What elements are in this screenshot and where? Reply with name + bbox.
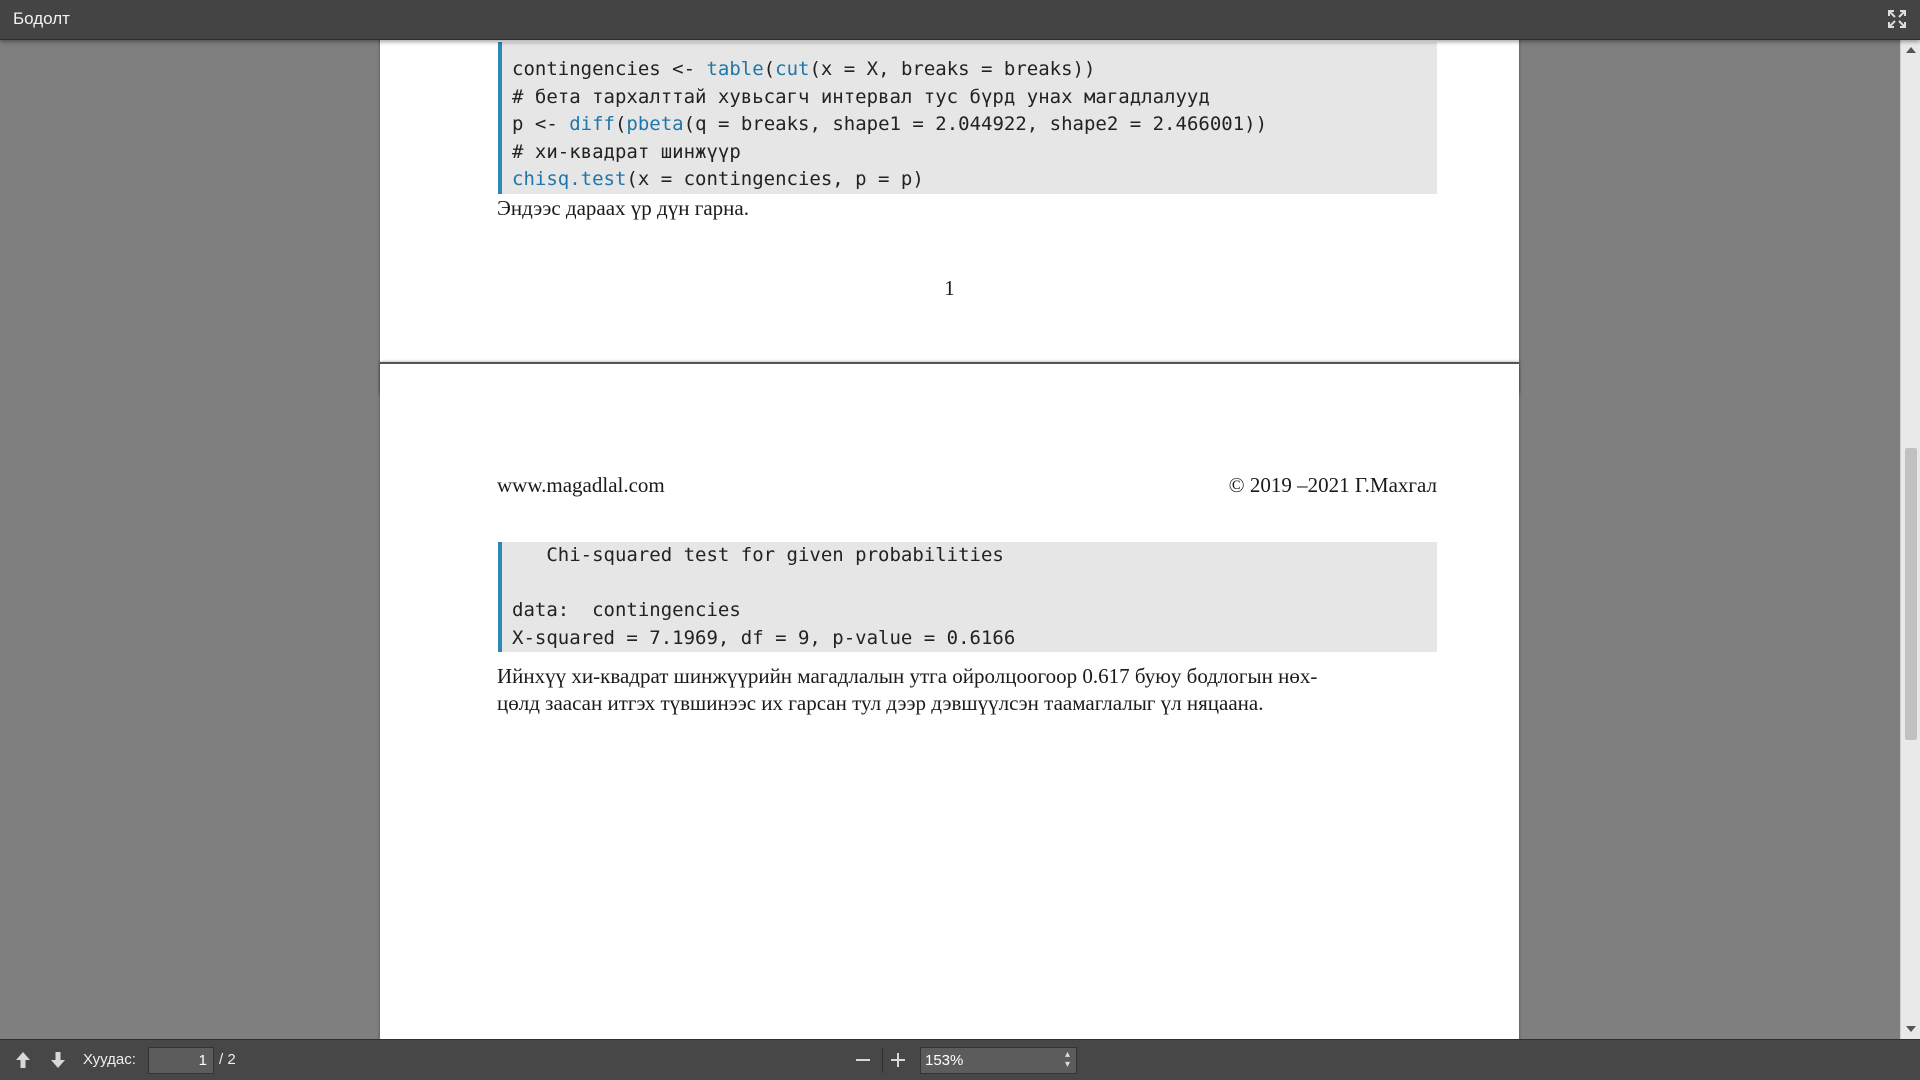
code-line: contingencies <- table(cut(x = X, breaks…: [502, 56, 1437, 84]
scroll-down-icon[interactable]: [1906, 1026, 1916, 1032]
plus-icon: [891, 1053, 905, 1067]
code-function: pbeta: [626, 113, 684, 135]
code-text: # хи-квадрат шинжүүр: [512, 140, 741, 163]
code-function: diff: [569, 113, 615, 135]
zoom-value: 153%: [925, 1052, 964, 1069]
code-line-cut: [502, 42, 1437, 56]
fullscreen-button[interactable]: [1886, 8, 1908, 30]
zoom-in-button[interactable]: [887, 1049, 909, 1071]
code-text: # бета тархалттай хувьсагч интервал тус …: [512, 85, 1210, 108]
output-line: X-squared = 7.1969, df = 9, p-value = 0.…: [512, 626, 1016, 649]
pdf-page-1: contingencies <- table(cut(x = X, breaks…: [380, 40, 1519, 394]
next-page-button[interactable]: [47, 1049, 69, 1071]
code-line: chisq.test(x = contingencies, p = p): [502, 166, 1437, 194]
code-line: # хи-квадрат шинжүүр: [502, 139, 1437, 167]
window-title: Бодолт: [13, 9, 70, 28]
code-function: chisq.test: [512, 168, 627, 190]
paragraph-conclusion-line2: цөлд заасан итгэх түвшинээс их гарсан ту…: [497, 691, 1264, 715]
code-text: (x = X, breaks = breaks)): [809, 58, 1096, 80]
fullscreen-icon: [1888, 10, 1906, 28]
page-number: 1: [944, 276, 955, 300]
bottom-toolbar: Хуудас: / 2 153% ▴▾: [0, 1039, 1920, 1080]
code-line: p <- diff(pbeta(q = breaks, shape1 = 2.0…: [502, 111, 1437, 139]
minus-icon: [856, 1059, 870, 1061]
header-url: www.magadlal.com: [497, 473, 665, 497]
code-function: cut: [775, 58, 810, 80]
vertical-scrollbar[interactable]: [1900, 40, 1920, 1039]
code-function: table: [706, 58, 764, 80]
title-bar: Бодолт: [0, 0, 1920, 40]
page-number-input[interactable]: [148, 1047, 214, 1074]
output-line: Chi-squared test for given probabilities: [512, 544, 1004, 566]
code-text: contingencies <-: [512, 58, 707, 80]
paragraph-conclusion-line1: Ийнхүү хи-квадрат шинжүүрийн магадлалын …: [497, 664, 1318, 688]
code-text: (: [614, 113, 627, 135]
arrow-down-icon: [51, 1052, 65, 1068]
document-viewer[interactable]: contingencies <- table(cut(x = X, breaks…: [0, 40, 1920, 1039]
output-block: Chi-squared test for given probabilities…: [498, 542, 1437, 652]
header-copyright: © 2019 –2021 Г.Махгал: [1228, 473, 1437, 497]
code-block: contingencies <- table(cut(x = X, breaks…: [498, 42, 1437, 194]
select-arrows-icon: ▴ ▾: [1064, 1049, 1070, 1070]
code-text: (q = breaks, shape1 = 2.044922, shape2 =…: [683, 113, 1268, 135]
page-total: / 2: [219, 1051, 236, 1068]
arrow-up-icon: [16, 1052, 30, 1068]
page-label: Хуудас:: [83, 1051, 136, 1068]
code-text: (x = contingencies, p = p): [626, 168, 924, 190]
previous-page-button[interactable]: [12, 1049, 34, 1071]
code-lines: contingencies <- table(cut(x = X, breaks…: [502, 56, 1437, 194]
pdf-page-2: www.magadlal.com © 2019 –2021 Г.Махгал C…: [380, 362, 1519, 1039]
code-line: # бета тархалттай хувьсагч интервал тус …: [502, 84, 1437, 112]
scroll-thumb[interactable]: [1905, 448, 1917, 740]
scroll-up-icon[interactable]: [1906, 47, 1916, 53]
code-text: (: [763, 58, 776, 80]
code-text: p <-: [512, 113, 570, 135]
zoom-out-button[interactable]: [852, 1049, 874, 1071]
toolbar-separator: [882, 1048, 883, 1073]
paragraph-result-intro: Эндээс дараах үр дүн гарна.: [497, 196, 749, 220]
output-line: data: contingencies: [512, 599, 741, 621]
zoom-select[interactable]: 153% ▴ ▾: [920, 1047, 1077, 1074]
